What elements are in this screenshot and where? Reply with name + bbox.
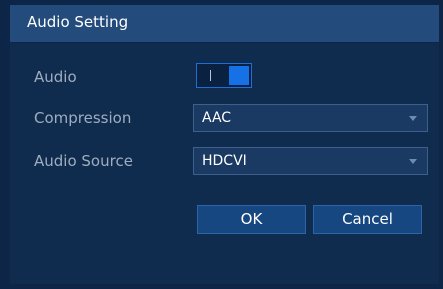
audio-source-label: Audio Source	[34, 152, 133, 170]
audio-source-select[interactable]: HDCVI	[193, 147, 428, 175]
compression-value: AAC	[202, 110, 232, 126]
audio-setting-dialog: Audio Setting Audio Compression AAC Audi…	[0, 0, 443, 289]
toggle-knob	[229, 66, 249, 85]
audio-label: Audio	[34, 68, 77, 86]
dialog-title: Audio Setting	[27, 13, 129, 31]
dialog-body: Audio Compression AAC Audio Source HDCVI	[10, 43, 439, 284]
cancel-button[interactable]: Cancel	[313, 205, 422, 234]
dialog-titlebar: Audio Setting	[10, 5, 439, 42]
chevron-down-icon	[409, 116, 417, 121]
compression-select[interactable]: AAC	[193, 104, 428, 132]
audio-source-value: HDCVI	[202, 153, 247, 169]
toggle-on-indicator-icon	[210, 70, 211, 81]
compression-label: Compression	[34, 109, 132, 127]
ok-button[interactable]: OK	[197, 205, 306, 234]
audio-toggle[interactable]	[196, 63, 252, 88]
chevron-down-icon	[409, 159, 417, 164]
